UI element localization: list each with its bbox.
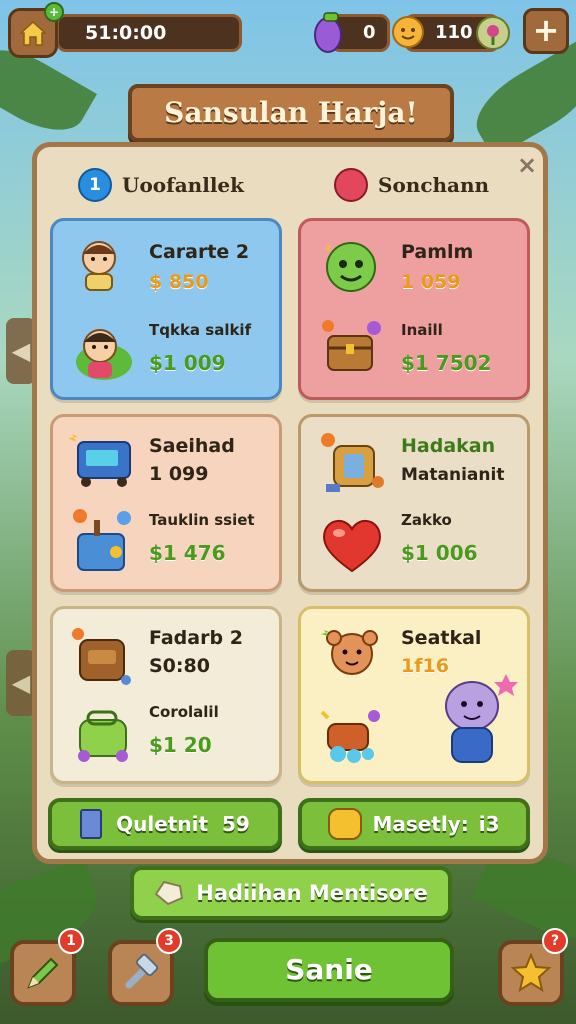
card-cash: $1 009 (149, 351, 226, 375)
arcade-machine-icon (65, 429, 139, 491)
shop-card-seatkal[interactable]: Seatkal 1f16 (298, 606, 530, 784)
close-button[interactable]: × (514, 152, 540, 178)
quletnit-stat-button[interactable]: Quletnit 59 (48, 798, 282, 850)
card-cash: $1 476 (149, 541, 226, 565)
stat-label: Quletnit (116, 812, 209, 836)
card-subtitle: Corolalil (149, 703, 219, 721)
home-icon (19, 20, 47, 46)
star-icon (510, 952, 552, 993)
card-cash: $1 20 (149, 733, 212, 757)
plus-icon: + (532, 11, 560, 49)
card-title: Seatkal (401, 627, 482, 649)
page-title: Sansulan Harja! (164, 96, 418, 129)
pencil-icon (27, 957, 59, 989)
card-subtitle: Tqkka salkif (149, 321, 252, 339)
top-bar: 51:0:00 + 0 110 + (0, 0, 576, 70)
apple-icon (334, 168, 368, 202)
heart-icon (317, 513, 387, 577)
save-button[interactable]: Sanie (204, 938, 454, 1002)
save-label: Sanie (285, 953, 373, 986)
hippo-character-icon (421, 665, 521, 775)
hammer-badge: 3 (156, 928, 182, 954)
chevron-left-icon: ◀ (11, 669, 31, 697)
timer-display: 51:0:00 (56, 14, 242, 52)
flower-token-icon (474, 14, 512, 52)
card-subtitle: Zakko (401, 511, 452, 529)
gem-shard-icon (154, 880, 184, 906)
tab-label: Uoofanllek (122, 173, 245, 197)
card-title: Saeihad (149, 435, 235, 457)
bear-character-icon (317, 621, 387, 691)
coin-count: 110 (435, 22, 473, 43)
star-badge: ? (542, 928, 568, 954)
reward-button[interactable]: Hadiihan Mentisore (130, 866, 452, 920)
green-monster-icon (319, 233, 383, 297)
shop-card-pamlm[interactable]: Pamlm 1 059 Inaill $1 7502 (298, 218, 530, 400)
gift-machine-icon (65, 505, 139, 579)
tab-uoofanllek[interactable]: 1 Uoofanllek (78, 165, 244, 205)
card-subtitle: Tauklin ssiet (149, 511, 255, 529)
card-title: Cararte 2 (149, 241, 250, 263)
coin-face-icon (328, 808, 363, 840)
card-subtitle: Inaill (401, 321, 443, 339)
home-badge: + (44, 2, 64, 22)
timer-text: 51:0:00 (85, 22, 167, 44)
shop-card-hadakan[interactable]: Hadakan Matanianit Zakko $1 006 (298, 414, 530, 592)
card-price: 1 059 (401, 271, 461, 293)
page-title-banner: Sansulan Harja! (128, 84, 454, 142)
card-price: S0:80 (149, 655, 210, 677)
card-cash: $1 006 (401, 541, 478, 565)
chevron-left-icon: ◀ (11, 337, 31, 365)
treasure-chest-icon (317, 313, 387, 383)
card-title: Pamlm (401, 241, 474, 263)
add-currency-button[interactable]: + (523, 8, 569, 54)
tab-sonchann[interactable]: Sonchann (334, 165, 489, 205)
toy-car-icon (315, 705, 391, 771)
card-icon (80, 809, 103, 839)
shop-card-saeihad[interactable]: Saeihad 1 099 Tauklin ssiet $1 476 (50, 414, 282, 592)
card-title: Fadarb 2 (149, 627, 243, 649)
character-girl-icon (69, 233, 129, 293)
card-price: $ 850 (149, 271, 209, 293)
stat-label: Masetly: (372, 812, 469, 836)
gem-count: 0 (363, 22, 376, 43)
reward-label: Hadiihan Mentisore (196, 881, 428, 905)
shop-card-cararte[interactable]: Cararte 2 $ 850 Tqkka salkif $1 009 (50, 218, 282, 400)
card-price: Matanianit (401, 465, 505, 485)
masetly-stat-button[interactable]: Masetly: i3 (298, 798, 530, 850)
card-cash: $1 7502 (401, 351, 492, 375)
gem-icon (308, 8, 348, 56)
lantern-icon (315, 427, 389, 501)
green-bag-icon (65, 697, 139, 771)
stat-value: 59 (222, 812, 250, 836)
card-price: 1 099 (149, 463, 209, 485)
pencil-badge: 1 (58, 928, 84, 954)
hammer-icon (125, 953, 159, 989)
backpack-icon (65, 619, 139, 693)
character-kid-icon (69, 317, 135, 383)
close-icon: × (516, 151, 538, 179)
stat-value: i3 (478, 812, 500, 836)
card-title: Hadakan (401, 435, 496, 457)
shop-card-fadarb[interactable]: Fadarb 2 S0:80 Corolalil $1 20 (50, 606, 282, 784)
coin-icon (390, 12, 426, 52)
tab-label: Sonchann (378, 173, 490, 197)
info-icon: 1 (78, 168, 112, 202)
